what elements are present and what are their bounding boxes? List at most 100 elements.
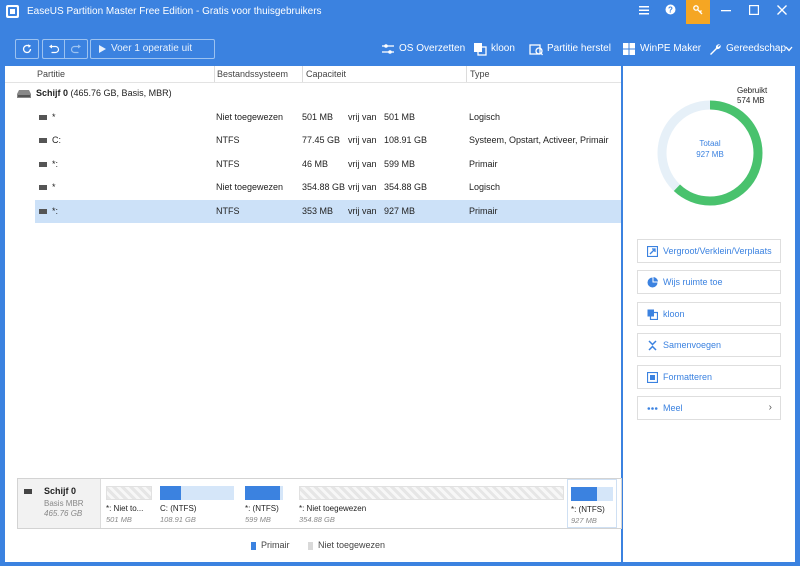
partition-used: 353 MB: [302, 206, 334, 216]
more-button[interactable]: Meel ›: [637, 396, 781, 420]
partition-row[interactable]: C: NTFS 77.45 GB vrij van 108.91 GB Syst…: [35, 129, 621, 152]
merge-label: Samenvoegen: [663, 340, 722, 350]
partition-icon: [39, 185, 47, 190]
col-capacity[interactable]: Capaciteit: [306, 69, 346, 79]
tools-dropdown[interactable]: Gereedschap: [708, 41, 794, 57]
partition-type: Logisch: [469, 112, 501, 122]
segment-label: *: (NTFS): [571, 505, 605, 514]
toolbar: Voer 1 operatie uit OS Overzetten kloon …: [0, 24, 800, 66]
partition-type: Logisch: [469, 182, 501, 192]
disk-map-segment[interactable]: *: (NTFS) 927 MB: [567, 479, 617, 528]
partition-used: 46 MB: [302, 159, 329, 169]
segment-label: *: Niet toegewezen: [299, 504, 367, 513]
legend-primary-label: Primair: [261, 540, 290, 550]
os-migrate-icon: [382, 44, 394, 54]
segment-usage-fill: [571, 487, 598, 501]
disk-map-segment[interactable]: *: Niet toegewezen 354.88 GB: [299, 479, 566, 528]
minimize-icon[interactable]: [714, 0, 738, 24]
menu-icon[interactable]: [632, 0, 656, 24]
disk-map: Schijf 0 Basis MBR 465.76 GB *: Niet to.…: [17, 478, 622, 529]
partition-filesystem: Niet toegewezen: [216, 182, 284, 192]
disk-map-size: 465.76 GB: [44, 509, 83, 518]
disk-map-disk[interactable]: Schijf 0 Basis MBR 465.76 GB: [18, 479, 101, 528]
segment-usage-bar: [571, 487, 613, 501]
segment-unallocated-bar: [299, 486, 564, 500]
partition-name: *:: [52, 206, 59, 216]
allocate-space-button[interactable]: Wijs ruimte toe: [637, 270, 781, 294]
clone-partition-button[interactable]: kloon: [637, 302, 781, 326]
segment-usage-fill: [245, 486, 280, 500]
segment-label: C: (NTFS): [160, 504, 197, 513]
allocate-space-label: Wijs ruimte toe: [663, 277, 723, 287]
resize-move-label: Vergroot/Verklein/Verplaats: [663, 246, 772, 256]
partition-type: Primair: [469, 159, 498, 169]
partition-icon: [39, 115, 47, 120]
maximize-icon[interactable]: [742, 0, 766, 24]
partition-name: *:: [52, 159, 59, 169]
wrench-icon: [710, 44, 721, 55]
partition-row[interactable]: * Niet toegewezen 354.88 GB vrij van 354…: [35, 176, 621, 199]
partition-total: 927 MB: [384, 206, 416, 216]
help-icon[interactable]: ?: [658, 0, 682, 24]
close-icon[interactable]: [770, 0, 794, 24]
undo-button[interactable]: [42, 39, 64, 59]
merge-button[interactable]: Samenvoegen: [637, 333, 781, 357]
partition-free-label: vrij van: [348, 206, 377, 216]
partition-used: 354.88 GB: [302, 182, 346, 192]
partition-name: C:: [52, 135, 61, 145]
more-label: Meel: [663, 403, 683, 413]
segment-size: 354.88 GB: [299, 515, 335, 524]
col-filesystem[interactable]: Bestandssysteem: [217, 69, 288, 79]
chevron-right-icon: ›: [768, 402, 772, 413]
clone-icon: [647, 309, 658, 320]
redo-button[interactable]: [64, 39, 88, 59]
partition-total: 354.88 GB: [384, 182, 428, 192]
upgrade-key-icon[interactable]: [686, 0, 710, 24]
disk-map-segment[interactable]: C: (NTFS) 108.91 GB: [160, 479, 236, 528]
partition-type: Primair: [469, 206, 498, 216]
col-type[interactable]: Type: [470, 69, 490, 79]
segment-size: 501 MB: [106, 515, 132, 524]
segment-size: 599 MB: [245, 515, 271, 524]
segment-label: *: (NTFS): [245, 504, 279, 513]
clone-icon: [474, 43, 487, 56]
redo-icon: [70, 44, 81, 54]
clone-label: kloon: [491, 43, 515, 54]
refresh-icon: [22, 44, 32, 54]
partition-row-selected[interactable]: *: NTFS 353 MB vrij van 927 MB Primair: [35, 200, 621, 223]
disk-map-segment[interactable]: *: Niet to... 501 MB: [106, 479, 154, 528]
total-title: Totaal: [699, 139, 721, 148]
column-header: Partitie Bestandssysteem Capaciteit Type: [5, 66, 621, 83]
partition-total: 108.91 GB: [384, 135, 428, 145]
disk-icon: [24, 489, 32, 494]
segment-usage-bar: [160, 486, 234, 500]
resize-move-button[interactable]: Vergroot/Verklein/Verplaats: [637, 239, 781, 263]
col-partition[interactable]: Partitie: [37, 69, 65, 79]
segment-usage-bar: [245, 486, 283, 500]
partition-total: 501 MB: [384, 112, 416, 122]
play-icon: [99, 45, 106, 53]
partition-name: *: [52, 182, 56, 192]
merge-icon: [648, 340, 657, 351]
more-icon: [647, 407, 658, 410]
undo-icon: [48, 44, 59, 54]
partition-free-label: vrij van: [348, 182, 377, 192]
partition-filesystem: NTFS: [216, 159, 240, 169]
clone-partition-label: kloon: [663, 309, 685, 319]
partition-recovery-button[interactable]: Partitie herstel: [529, 41, 611, 57]
os-migrate-button[interactable]: OS Overzetten: [381, 41, 465, 57]
winpe-maker-button[interactable]: WinPE Maker: [622, 41, 701, 57]
properties-panel: Gebruikt 574 MB Totaal 927 MB Vergroot/V…: [623, 66, 795, 562]
disk-map-segment[interactable]: *: (NTFS) 599 MB: [245, 479, 285, 528]
segment-size: 927 MB: [571, 516, 597, 525]
partition-row[interactable]: *: NTFS 46 MB vrij van 599 MB Primair: [35, 153, 621, 176]
disk-name: Schijf 0: [36, 88, 69, 98]
partition-row[interactable]: * Niet toegewezen 501 MB vrij van 501 MB…: [35, 106, 621, 129]
format-button[interactable]: Formatteren: [637, 365, 781, 389]
disk-details: (465.76 GB, Basis, MBR): [70, 88, 172, 98]
execute-operation-button[interactable]: Voer 1 operatie uit: [90, 39, 215, 59]
clone-button[interactable]: kloon: [473, 41, 517, 57]
refresh-button[interactable]: [15, 39, 39, 59]
segment-unallocated-bar: [106, 486, 152, 500]
format-label: Formatteren: [663, 372, 713, 382]
